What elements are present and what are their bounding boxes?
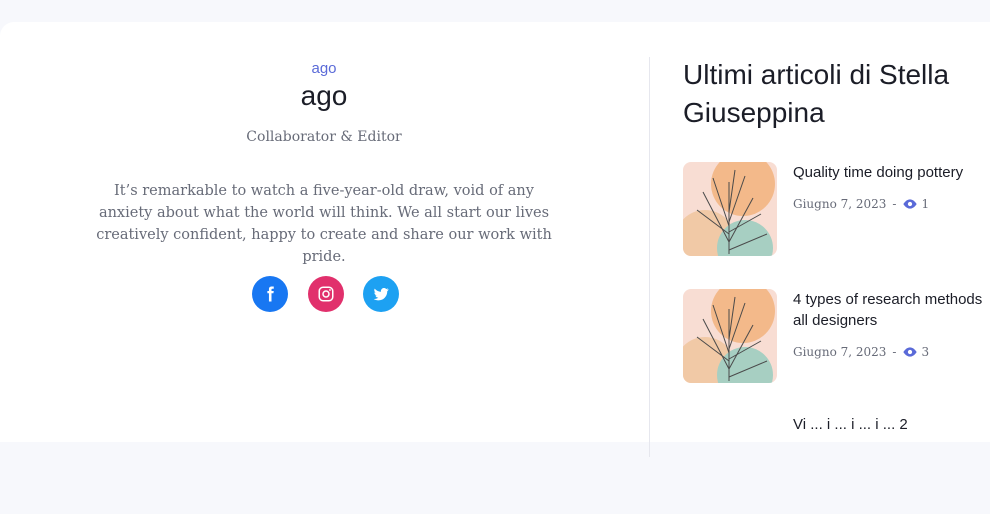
author-bio: It’s remarkable to watch a five-year-old… (96, 183, 552, 265)
post-thumbnail[interactable] (683, 162, 777, 256)
instagram-button[interactable] (308, 276, 344, 312)
column-divider (649, 57, 650, 457)
post-item: Quality time doing pottery Giugno 7, 202… (683, 162, 990, 262)
leaf-artwork-image (683, 289, 777, 383)
facebook-icon (267, 286, 274, 302)
twitter-button[interactable] (363, 276, 399, 312)
post-thumbnail[interactable] (683, 289, 777, 383)
post-views: 1 (921, 197, 930, 211)
author-job-title: Collaborator & Editor (246, 129, 402, 145)
post-date: Giugno 7, 2023 (793, 345, 887, 359)
eye-icon (903, 199, 918, 209)
post-date: Giugno 7, 2023 (793, 197, 887, 211)
post-meta: Giugno 7, 2023- 3 (793, 345, 929, 359)
sidebar-title: Ultimi articoli di Stella Giuseppina (683, 59, 950, 128)
meta-separator: - (892, 345, 897, 359)
author-card: ago ago Collaborator & Editor It’s remar… (0, 22, 990, 457)
meta-separator: - (892, 197, 897, 211)
post-item: 4 types of research methods all designer… (683, 289, 990, 389)
post-title[interactable]: 4 types of research methods all designer… (793, 289, 983, 331)
post-title[interactable]: Quality time doing pottery (793, 162, 983, 183)
post-meta: Giugno 7, 2023- 1 (793, 197, 929, 211)
instagram-icon (318, 286, 334, 302)
leaf-artwork-image (683, 162, 777, 256)
author-role-link[interactable]: ago (0, 60, 648, 77)
author-name: ago (300, 80, 348, 111)
twitter-icon (373, 288, 389, 301)
post-title[interactable]: Vi ... i ... i ... i ... 2 (793, 414, 983, 435)
post-views: 3 (921, 345, 930, 359)
facebook-button[interactable] (252, 276, 288, 312)
social-links (252, 276, 402, 314)
post-item: Vi ... i ... i ... i ... 2 (683, 414, 990, 514)
eye-icon (903, 347, 918, 357)
